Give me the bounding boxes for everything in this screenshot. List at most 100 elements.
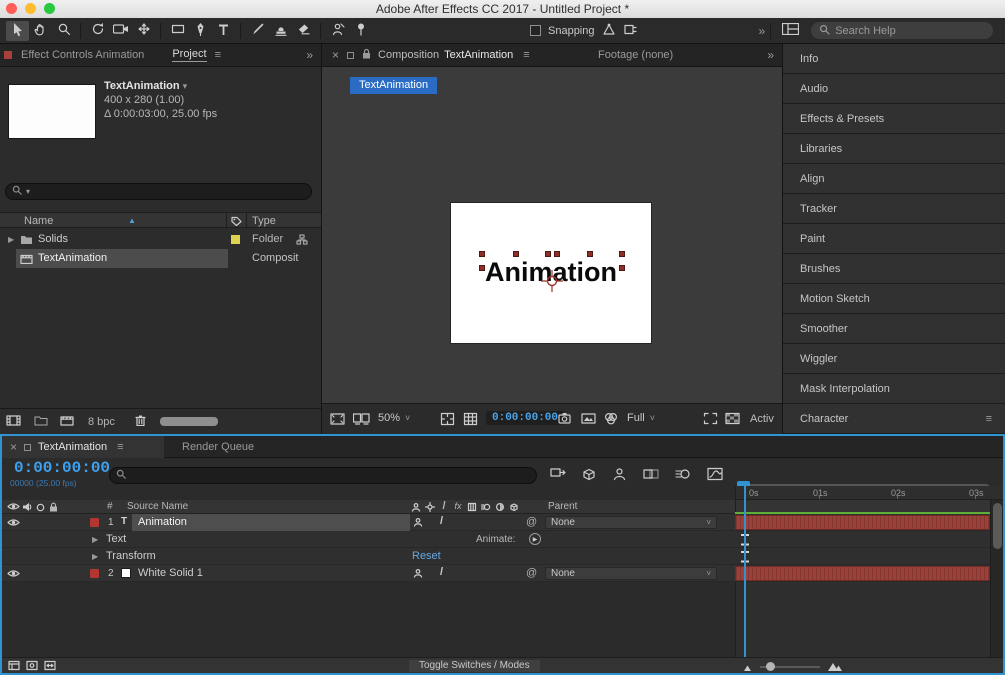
shy-toggle[interactable] bbox=[412, 567, 424, 579]
close-tab-icon[interactable]: × bbox=[332, 48, 339, 62]
collapse-column-icon[interactable] bbox=[424, 501, 436, 513]
parent-pickwhip-icon[interactable]: @ bbox=[526, 516, 537, 528]
tab-footage[interactable]: Footage (none) bbox=[598, 49, 673, 61]
project-row-textanimation[interactable]: TextAnimation Composit bbox=[0, 249, 321, 268]
layer-label-swatch[interactable] bbox=[90, 518, 99, 527]
parent-pickwhip-icon[interactable]: @ bbox=[526, 567, 537, 579]
vertical-scrollbar[interactable] bbox=[990, 500, 1003, 657]
property-group-label[interactable]: Transform bbox=[106, 550, 156, 562]
composition-tab-comp-name[interactable]: TextAnimation bbox=[444, 49, 513, 61]
expand-panel-icon[interactable] bbox=[330, 412, 345, 429]
comp-navigator-chip[interactable]: TextAnimation bbox=[350, 77, 437, 94]
column-header-source-name[interactable]: Source Name bbox=[127, 501, 188, 512]
time-ruler[interactable]: 0s 01s 02s 03s bbox=[735, 486, 1003, 500]
interpret-footage-icon[interactable] bbox=[6, 414, 22, 430]
grid-ruler-icon[interactable] bbox=[463, 412, 478, 429]
hand-tool-button[interactable] bbox=[29, 21, 52, 41]
snapping-checkbox[interactable] bbox=[530, 25, 541, 36]
transparency-grid-icon[interactable] bbox=[725, 412, 740, 428]
timeline-panel-menu-icon[interactable]: ≡ bbox=[117, 441, 123, 453]
motion-blur-column-icon[interactable] bbox=[480, 501, 492, 513]
project-search-input[interactable] bbox=[34, 184, 305, 199]
new-folder-icon[interactable] bbox=[34, 414, 48, 429]
frame-blending-icon[interactable] bbox=[643, 467, 659, 484]
label-color-swatch[interactable] bbox=[231, 235, 240, 244]
panel-header-paint[interactable]: Paint bbox=[783, 224, 1005, 254]
layer-duration-bar[interactable] bbox=[735, 566, 990, 581]
layer-row-2[interactable]: 2 White Solid 1 / @ None ˅ bbox=[2, 565, 1003, 582]
selection-tool-button[interactable] bbox=[6, 21, 29, 41]
tab-render-queue[interactable]: Render Queue bbox=[182, 441, 254, 453]
composition-viewer[interactable]: TextAnimation Animation bbox=[322, 67, 782, 403]
selection-handle[interactable] bbox=[479, 265, 485, 271]
brush-tool-button[interactable] bbox=[246, 21, 269, 41]
panel-header-wiggler[interactable]: Wiggler bbox=[783, 344, 1005, 374]
disclosure-icon[interactable]: ▶ bbox=[92, 535, 98, 544]
viewer-timecode[interactable]: 0:00:00:00 bbox=[486, 411, 564, 425]
timeline-tab-active[interactable]: × TextAnimation ≡ bbox=[2, 436, 164, 458]
trash-icon[interactable] bbox=[135, 414, 146, 429]
region-of-interest-icon[interactable] bbox=[703, 412, 718, 428]
project-row-solids[interactable]: ▶ Solids Folder bbox=[0, 230, 321, 249]
project-row-name[interactable]: TextAnimation bbox=[38, 252, 107, 264]
safe-guides-icon[interactable] bbox=[440, 412, 455, 429]
panel-header-libraries[interactable]: Libraries bbox=[783, 134, 1005, 164]
selection-handle[interactable] bbox=[554, 251, 560, 257]
effects-column-icon[interactable]: fx bbox=[452, 500, 464, 512]
property-group-transform[interactable]: ▶ Transform Reset bbox=[2, 548, 1003, 565]
project-tab-overflow-chevron[interactable]: » bbox=[306, 48, 313, 62]
horizontal-scrollbar-thumb[interactable] bbox=[160, 417, 218, 426]
reset-link[interactable]: Reset bbox=[412, 550, 441, 562]
toggle-switches-modes-button[interactable]: Toggle Switches / Modes bbox=[409, 660, 540, 672]
video-column-eye-icon[interactable] bbox=[7, 502, 20, 514]
layer-name[interactable]: White Solid 1 bbox=[138, 567, 203, 579]
hide-shy-layers-icon[interactable] bbox=[612, 467, 627, 484]
bit-depth-button[interactable]: 8 bpc bbox=[88, 416, 115, 428]
timeline-search-input[interactable] bbox=[130, 468, 530, 483]
lock-icon[interactable] bbox=[362, 48, 371, 62]
selection-handle[interactable] bbox=[545, 251, 551, 257]
threed-column-icon[interactable] bbox=[508, 501, 520, 513]
graph-editor-icon[interactable] bbox=[707, 467, 723, 484]
eraser-tool-button[interactable] bbox=[292, 21, 315, 41]
panel-header-info[interactable]: Info bbox=[783, 44, 1005, 74]
close-window-button[interactable] bbox=[6, 3, 17, 14]
animate-menu-button[interactable]: ▶ bbox=[529, 533, 541, 545]
toolbar-overflow-chevron[interactable]: » bbox=[759, 24, 766, 38]
composition-panel-menu-icon[interactable]: ≡ bbox=[523, 49, 529, 61]
character-panel-menu-icon[interactable]: ≡ bbox=[986, 413, 992, 425]
tab-effect-controls[interactable]: Effect Controls Animation bbox=[21, 49, 144, 61]
column-header-number[interactable]: # bbox=[107, 501, 113, 512]
quality-column-icon[interactable]: / bbox=[438, 500, 450, 512]
column-header-parent[interactable]: Parent bbox=[548, 501, 577, 512]
draft-3d-icon[interactable] bbox=[581, 467, 596, 484]
timeline-zoom-slider-thumb[interactable] bbox=[766, 662, 775, 671]
rectangle-tool-button[interactable] bbox=[166, 21, 189, 41]
panel-header-mask-interpolation[interactable]: Mask Interpolation bbox=[783, 374, 1005, 404]
panel-header-motion-sketch[interactable]: Motion Sketch bbox=[783, 284, 1005, 314]
pen-tool-button[interactable] bbox=[189, 21, 212, 41]
quality-toggle[interactable]: / bbox=[440, 566, 443, 578]
selection-handle[interactable] bbox=[619, 251, 625, 257]
layer-visibility-eye-icon[interactable] bbox=[7, 518, 20, 530]
column-header-type[interactable]: Type bbox=[252, 215, 276, 227]
panel-header-tracker[interactable]: Tracker bbox=[783, 194, 1005, 224]
disclosure-icon[interactable]: ▶ bbox=[8, 235, 14, 244]
rotation-tool-button[interactable] bbox=[86, 21, 109, 41]
parent-dropdown[interactable]: None ˅ bbox=[545, 567, 717, 580]
magnification-select[interactable]: 50% ˅ bbox=[378, 412, 410, 424]
quality-toggle[interactable]: / bbox=[440, 515, 443, 527]
search-scope-dropdown-icon[interactable]: ▾ bbox=[26, 187, 30, 196]
layer-visibility-eye-icon[interactable] bbox=[7, 569, 20, 581]
selection-handle[interactable] bbox=[619, 265, 625, 271]
workspace-switcher-icon[interactable] bbox=[782, 23, 799, 38]
dual-view-icon[interactable] bbox=[353, 413, 370, 428]
layer-row-1[interactable]: 1 T Animation / @ None ˅ bbox=[2, 514, 1003, 531]
frame-blend-column-icon[interactable] bbox=[466, 501, 478, 513]
type-tool-button[interactable] bbox=[212, 21, 235, 41]
shy-toggle[interactable] bbox=[412, 516, 424, 528]
comp-tab-overflow-chevron[interactable]: » bbox=[767, 48, 774, 62]
panel-header-audio[interactable]: Audio bbox=[783, 74, 1005, 104]
vertical-scrollbar-thumb[interactable] bbox=[993, 503, 1002, 549]
playhead-line[interactable] bbox=[744, 486, 746, 657]
